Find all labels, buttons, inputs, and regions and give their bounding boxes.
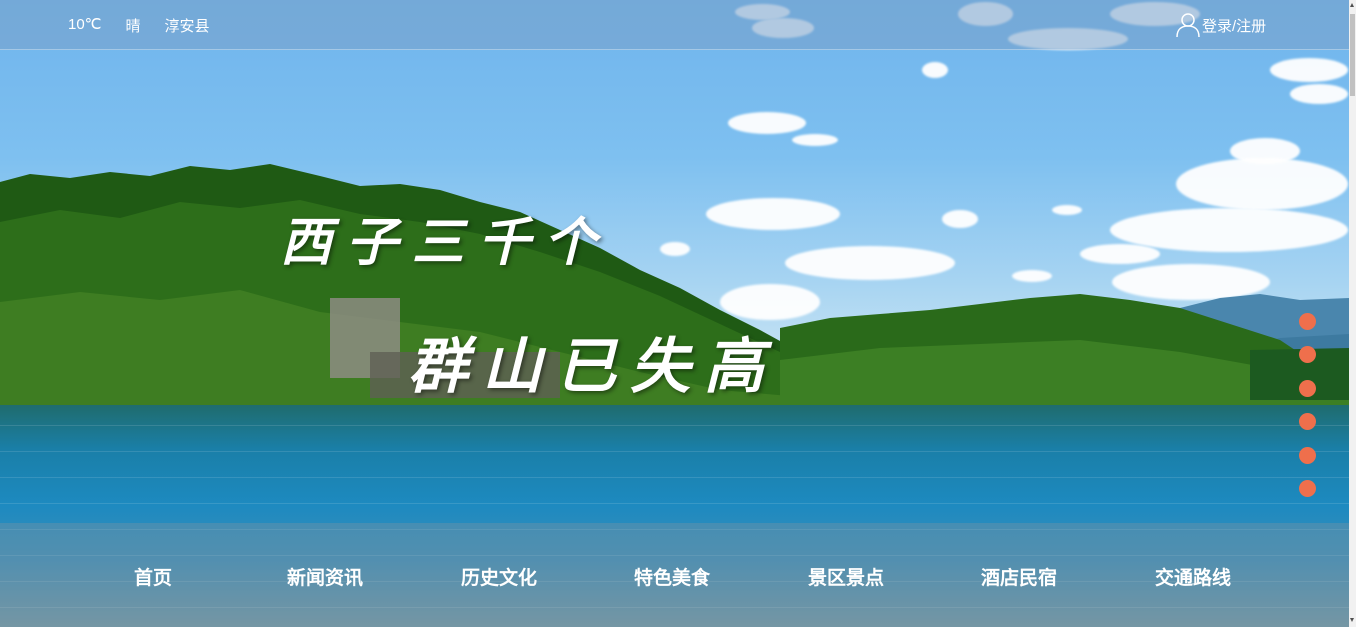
carousel-dot-2[interactable] — [1299, 346, 1316, 364]
top-bar: 10℃ 晴 淳安县 登录/注册 — [0, 0, 1349, 50]
weather-condition-text: 晴 — [125, 18, 141, 35]
carousel-dot-4[interactable] — [1299, 413, 1316, 431]
hero-poem-line-2: 群山已失高 — [408, 332, 778, 402]
weather-info: 10℃ 晴 淳安县 — [68, 15, 210, 36]
cloud — [728, 112, 806, 134]
cloud — [1080, 244, 1160, 264]
nav-item-history-culture[interactable]: 历史文化 — [461, 563, 537, 590]
cloud — [1012, 270, 1052, 282]
nav-item-local-food[interactable]: 特色美食 — [634, 563, 710, 590]
login-register-label: 登录/注册 — [1202, 17, 1267, 35]
nav-item-hotels[interactable]: 酒店民宿 — [981, 563, 1057, 590]
scroll-up-arrow-icon[interactable] — [1350, 3, 1354, 7]
location-text: 淳安县 — [164, 18, 210, 35]
login-register-link[interactable]: 登录/注册 — [1176, 12, 1266, 38]
cloud — [1270, 58, 1348, 82]
nav-item-news[interactable]: 新闻资讯 — [287, 563, 363, 590]
cloud — [942, 210, 978, 228]
temperature-text: 10℃ — [68, 16, 102, 33]
cloud — [1290, 84, 1348, 104]
cloud — [792, 134, 838, 146]
cloud — [1052, 205, 1082, 215]
scroll-down-arrow-icon[interactable] — [1350, 618, 1354, 622]
carousel-dot-1[interactable] — [1299, 313, 1316, 330]
cloud — [1176, 158, 1348, 210]
forested-hill-right — [780, 294, 1349, 410]
nav-item-scenic-spots[interactable]: 景区景点 — [808, 563, 884, 590]
main-nav: 首页 新闻资讯 历史文化 特色美食 景区景点 酒店民宿 交通路线 — [0, 523, 1349, 627]
carousel-dot-3[interactable] — [1299, 379, 1316, 397]
scrollbar-thumb[interactable] — [1350, 14, 1355, 96]
carousel-indicators — [1299, 313, 1317, 513]
cloud — [922, 62, 948, 78]
vertical-scrollbar[interactable] — [1349, 0, 1356, 627]
carousel-dot-5[interactable] — [1299, 446, 1316, 464]
user-icon — [1176, 13, 1200, 38]
nav-item-home[interactable]: 首页 — [134, 563, 172, 590]
carousel-dot-6[interactable] — [1299, 479, 1316, 497]
hero-poem-line-1: 西子三千个 — [280, 212, 611, 273]
nav-item-transport[interactable]: 交通路线 — [1155, 563, 1231, 590]
